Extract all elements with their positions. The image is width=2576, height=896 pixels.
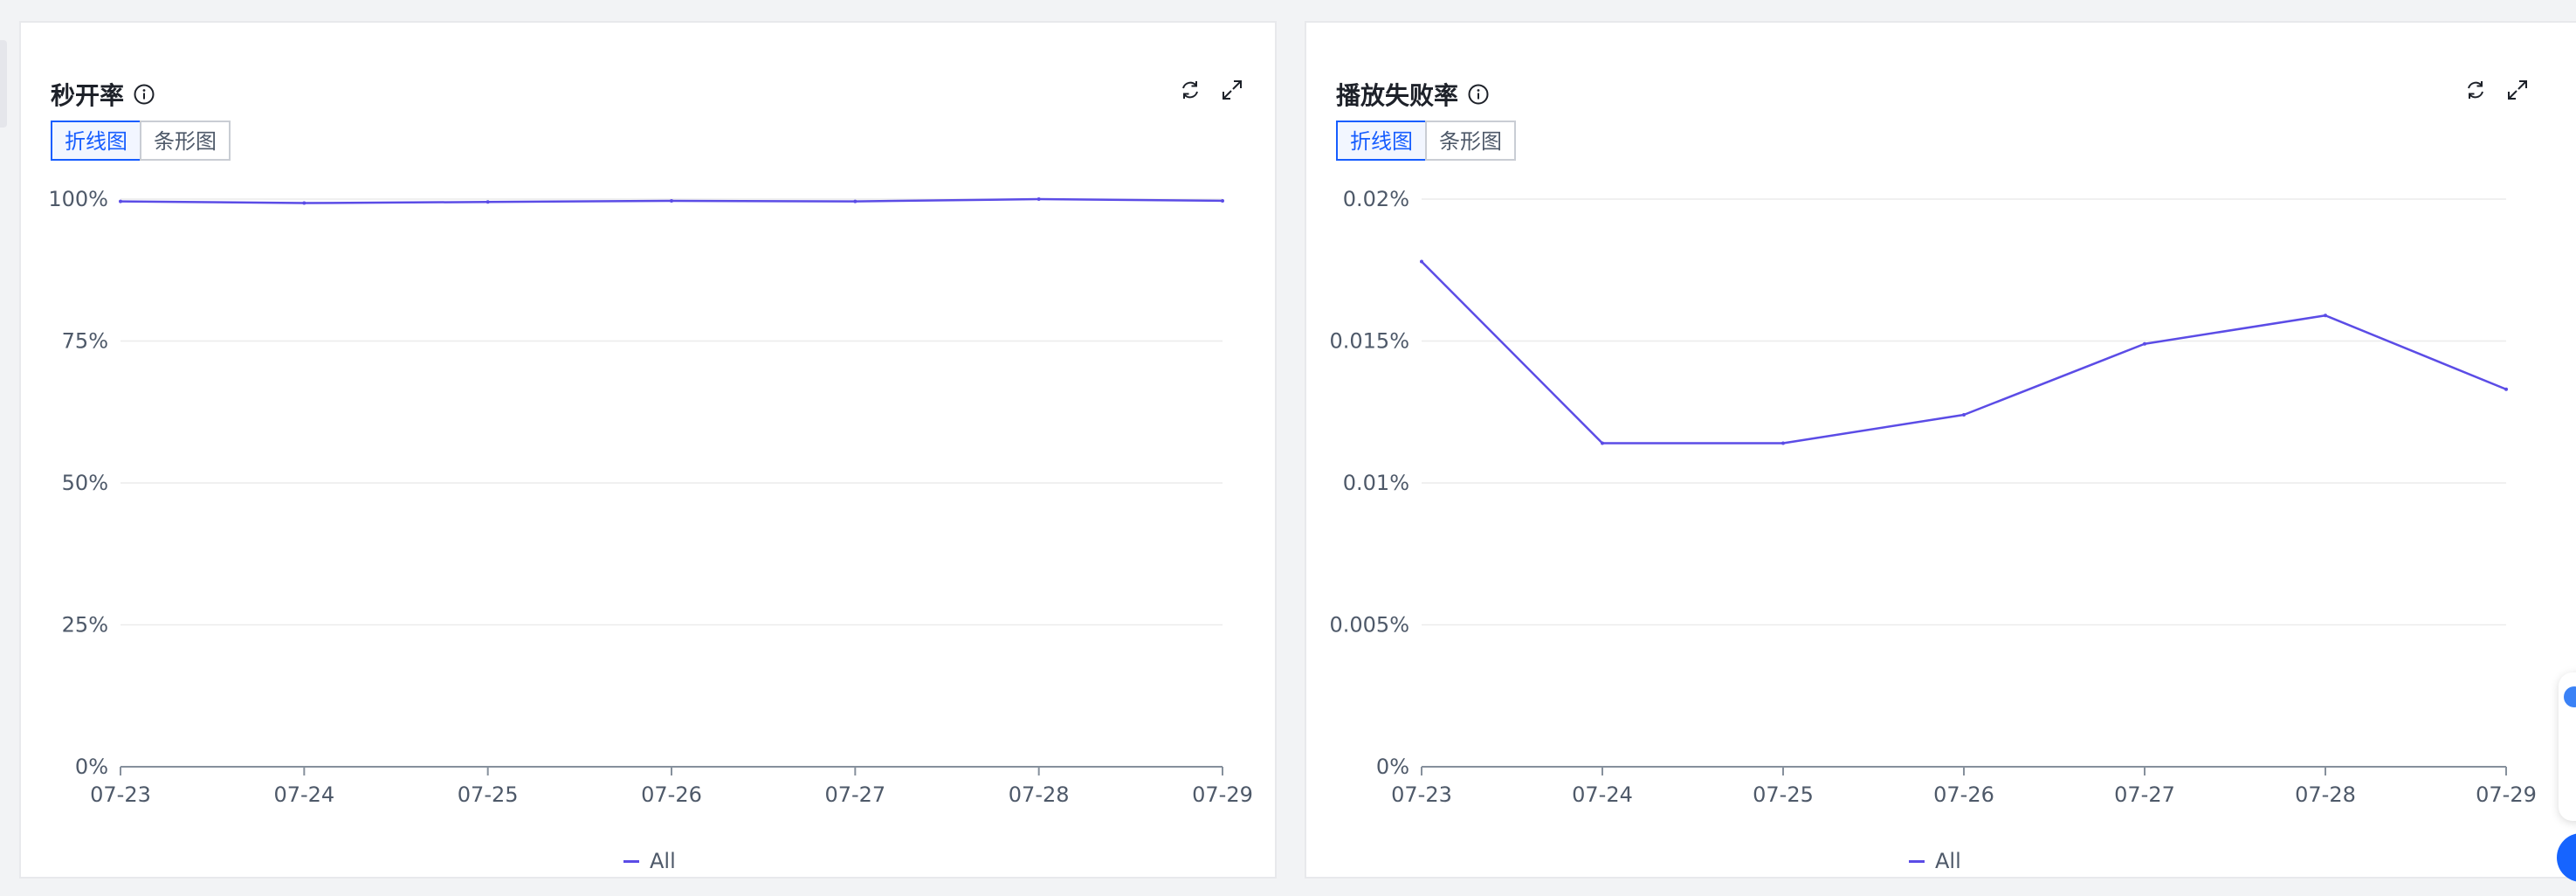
data-point [853, 199, 858, 203]
y-tick-label: 0% [1376, 755, 1409, 779]
data-point [119, 199, 122, 203]
data-point [2324, 314, 2327, 318]
chart-legend[interactable]: All [623, 849, 676, 873]
x-tick-label: 07-29 [2476, 782, 2537, 807]
data-point [670, 198, 673, 203]
sidebar-edge [0, 40, 7, 128]
x-tick-label: 07-29 [1192, 782, 1253, 807]
x-tick-label: 07-25 [458, 782, 519, 807]
data-point [2504, 387, 2508, 391]
chart-legend[interactable]: All [1909, 849, 1961, 873]
y-tick-label: 50% [62, 471, 108, 495]
x-tick-label: 07-26 [1933, 782, 1994, 807]
x-tick-label: 07-23 [1391, 782, 1452, 807]
y-tick-label: 0.005% [1329, 613, 1409, 638]
data-point [1221, 198, 1224, 203]
line-chart: 0% 0.005% 0.01% 0.015% 0.02% 07-23 07-24 07-25 0… [1329, 187, 2537, 807]
y-tick-label: 75% [62, 329, 108, 354]
data-point [486, 200, 490, 204]
x-tick-label: 07-24 [273, 782, 334, 807]
y-tick-label: 100% [48, 187, 108, 211]
y-tick-label: 25% [62, 613, 108, 638]
legend-label: All [650, 849, 676, 873]
legend-label: All [1935, 849, 1961, 873]
y-tick-label: 0% [75, 755, 108, 779]
chart-card-play-failure-rate: 播放失败率 折线图 条形图 0% 0.005% 0.01% 0.015% 0.02% 07… [1305, 21, 2576, 879]
data-point [1962, 413, 1966, 417]
y-tick-label: 0.01% [1343, 471, 1409, 495]
x-tick-label: 07-28 [1009, 782, 1070, 807]
x-tick-label: 07-27 [2114, 782, 2175, 807]
data-point [2143, 341, 2146, 346]
line-chart: 0% 25% 50% 75% 100% 07-23 07-24 07-25 07-26 07-27… [48, 187, 1253, 807]
legend-swatch [623, 859, 639, 863]
data-point [1037, 197, 1041, 201]
data-point [1420, 259, 1423, 264]
x-tick-label: 07-26 [641, 782, 702, 807]
x-tick-label: 07-24 [1572, 782, 1633, 807]
data-point [1601, 441, 1604, 445]
data-point [1781, 441, 1785, 445]
chart-card-instant-open-rate: 秒开率 折线图 条形图 0% 25% 50% 75% 100% 07-23 07-24 07-… [19, 21, 1277, 879]
x-tick-label: 07-25 [1753, 782, 1814, 807]
y-tick-label: 0.015% [1329, 329, 1409, 354]
x-tick-label: 07-23 [90, 782, 151, 807]
x-tick-label: 07-27 [824, 782, 885, 807]
y-tick-label: 0.02% [1343, 187, 1409, 211]
legend-swatch [1909, 859, 1925, 863]
x-tick-label: 07-28 [2295, 782, 2356, 807]
data-point [302, 201, 307, 205]
